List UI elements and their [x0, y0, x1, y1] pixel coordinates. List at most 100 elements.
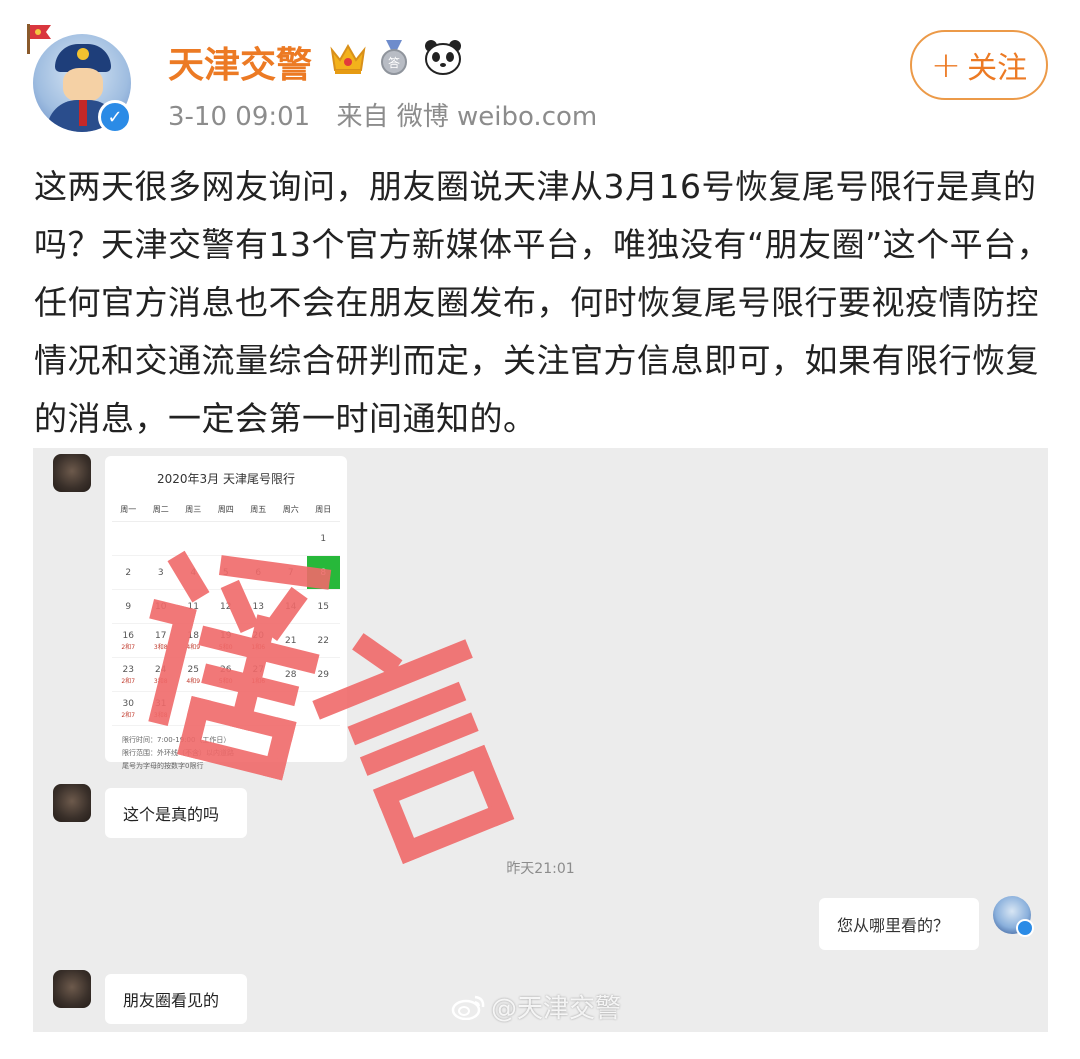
calendar-day-number: 27	[252, 664, 264, 675]
calendar-note: 限行范围：外环线（不含）以内道路	[122, 749, 234, 757]
calendar-day: 30 2和7	[112, 692, 145, 726]
calendar-day: 11	[177, 590, 210, 624]
calendar-day-number: 28	[285, 669, 297, 680]
calendar-day: 7	[274, 556, 307, 590]
calendar-day	[274, 522, 307, 556]
chat-screenshot-image[interactable]: 2020年3月 天津尾号限行 周一 周二 周三 周四 周五 周六 周日 1 2 3 4 5 6 7 8 9 10…	[33, 448, 1048, 1032]
calendar-day: 2	[112, 556, 145, 590]
calendar-restriction: 3和8	[153, 643, 168, 651]
calendar-restriction: 2和7	[121, 643, 136, 651]
friend-avatar	[53, 970, 91, 1008]
calendar-day-number: 11	[187, 601, 199, 612]
calendar-day: 3	[144, 556, 177, 590]
calendar-day-number: 7	[287, 567, 294, 578]
post-line: 的消息，一定会第一时间通知的。	[34, 399, 537, 438]
svg-text:答: 答	[388, 55, 400, 70]
username[interactable]: 天津交警	[168, 36, 312, 88]
calendar-day: 27 1和6	[242, 658, 275, 692]
watermark-text: @天津交警	[491, 994, 622, 1024]
calendar-day-number: 3	[157, 567, 164, 578]
calendar-note: 限行时间：7:00-19:00（工作日）	[122, 736, 231, 744]
panda-icon[interactable]	[422, 38, 464, 76]
chat-timestamp: 昨天21:01	[506, 861, 575, 877]
calendar-day	[209, 522, 242, 556]
calendar-day: 10	[144, 590, 177, 624]
calendar-day	[144, 522, 177, 556]
calendar-day	[177, 522, 210, 556]
calendar-day-number: 26	[220, 664, 232, 675]
friend-avatar	[53, 454, 91, 492]
calendar-day-number: 21	[285, 635, 297, 646]
crown-icon[interactable]	[328, 40, 368, 76]
calendar-weekday: 周六	[274, 497, 307, 522]
calendar-day-number: 5	[222, 567, 229, 578]
calendar-restriction: 5和0	[218, 643, 233, 651]
post-source[interactable]: 来自 微博 weibo.com	[336, 102, 597, 132]
calendar-day-number: 6	[255, 567, 262, 578]
calendar-day: 19 5和0	[209, 624, 242, 658]
calendar-day-number: 19	[220, 630, 232, 641]
friend-avatar	[53, 784, 91, 822]
calendar-day: 21	[274, 624, 307, 658]
calendar-day	[242, 692, 275, 726]
calendar-restriction: 4和9	[186, 677, 201, 685]
calendar-weekday: 周日	[307, 497, 340, 522]
calendar-restriction: 4和9	[186, 643, 201, 651]
post-content: 这两天很多网友询问，朋友圈说天津从3月16号恢复尾号限行是真的 吗？天津交警有1…	[34, 158, 1050, 448]
calendar-day	[209, 692, 242, 726]
calendar-day-number: 24	[155, 664, 167, 675]
calendar-day-number: 23	[122, 664, 134, 675]
calendar-day-number: 22	[317, 635, 329, 646]
calendar-day: 8	[307, 556, 340, 590]
post-meta: 3-10 09:01 来自 微博 weibo.com	[168, 96, 615, 133]
calendar-day: 15	[307, 590, 340, 624]
police-avatar	[993, 896, 1034, 937]
plus-icon: +	[930, 44, 962, 86]
calendar-day: 20 1和6	[242, 624, 275, 658]
calendar-day	[177, 692, 210, 726]
calendar-day: 9	[112, 590, 145, 624]
calendar-day: 29	[307, 658, 340, 692]
post-time: 3-10 09:01	[168, 102, 311, 132]
calendar-day	[242, 522, 275, 556]
calendar-day-number: 20	[252, 630, 264, 641]
calendar-restriction: 3和8	[153, 711, 168, 719]
calendar-day: 18 4和9	[177, 624, 210, 658]
calendar-day: 12	[209, 590, 242, 624]
calendar-notes: 限行时间：7:00-19:00（工作日） 限行范围：外环线（不含）以内道路 尾号为字…	[112, 734, 340, 773]
calendar-day: 13	[242, 590, 275, 624]
calendar-day: 22	[307, 624, 340, 658]
calendar-restriction: 2和7	[121, 711, 136, 719]
calendar-day: 4	[177, 556, 210, 590]
calendar-day: 31 3和8	[144, 692, 177, 726]
chat-message-reply: 您从哪里看的？	[819, 898, 979, 950]
calendar-day-number: 1	[320, 533, 327, 544]
calendar-day-number: 29	[317, 669, 329, 680]
medal-icon[interactable]: 答	[376, 38, 412, 76]
weibo-logo-icon	[451, 995, 485, 1020]
chat-message: 这个是真的吗	[105, 788, 247, 838]
calendar-day-number: 4	[190, 567, 197, 578]
calendar-day-number: 12	[220, 601, 232, 612]
calendar-day: 26 5和0	[209, 658, 242, 692]
post-line: 这两天很多网友询问，朋友圈说天津从3月16号恢复尾号限行是真的	[34, 167, 1037, 206]
calendar-grid: 周一 周二 周三 周四 周五 周六 周日 1 2 3 4 5 6 7 8 9 10 11 12 13 14 15 16 2和7…	[112, 497, 340, 726]
calendar-day-number: 14	[285, 601, 297, 612]
post-line: 情况和交通流量综合研判而定，关注官方信息即可，如果有限行恢复	[34, 341, 1039, 380]
calendar-weekday: 周一	[112, 497, 145, 522]
follow-button[interactable]: + 关注	[910, 30, 1048, 100]
calendar-day-number: 15	[317, 601, 329, 612]
calendar-day: 24 3和8	[144, 658, 177, 692]
calendar-day: 5	[209, 556, 242, 590]
calendar-day	[274, 692, 307, 726]
calendar-day-number: 9	[125, 601, 132, 612]
calendar-day-number: 13	[252, 601, 264, 612]
calendar-day-number: 25	[187, 664, 199, 675]
calendar-day-number: 17	[155, 630, 167, 641]
calendar-restriction: 3和8	[153, 677, 168, 685]
calendar-image: 2020年3月 天津尾号限行 周一 周二 周三 周四 周五 周六 周日 1 2 3 4 5 6 7 8 9 10…	[105, 456, 347, 770]
calendar-weekday: 周三	[177, 497, 210, 522]
calendar-day: 28	[274, 658, 307, 692]
chat-message: 朋友圈看见的	[105, 974, 247, 1024]
calendar-day: 23 2和7	[112, 658, 145, 692]
